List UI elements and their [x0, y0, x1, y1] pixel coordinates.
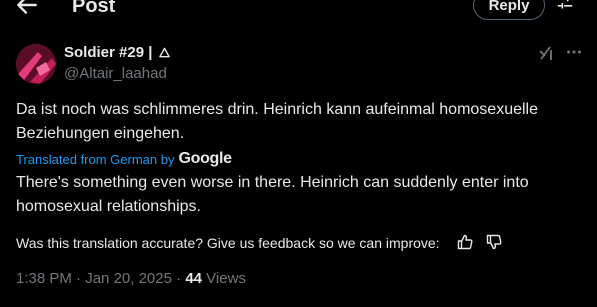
reply-button[interactable]: Reply: [473, 0, 545, 20]
meta-separator: ·: [76, 270, 86, 287]
post-meta: 1:38 PM · Jan 20, 2025 · 44 Views: [16, 270, 246, 287]
more-icon[interactable]: [566, 44, 582, 60]
views-label: Views: [206, 270, 246, 287]
grok-icon[interactable]: [538, 44, 554, 62]
back-arrow-icon[interactable]: [14, 0, 40, 18]
author-handle[interactable]: @Altair_laahad: [64, 65, 167, 82]
views-count: 44: [185, 270, 202, 287]
google-logo: Google: [178, 150, 232, 167]
thumbs-down-icon[interactable]: [486, 234, 502, 250]
post-original-text: Da ist noch was schlimmeres drin. Heinri…: [16, 101, 539, 142]
thumbs-up-icon[interactable]: [457, 234, 473, 250]
avatar[interactable]: [16, 44, 56, 84]
author-name[interactable]: Soldier #29 |: [64, 44, 170, 61]
post-time[interactable]: 1:38 PM: [16, 270, 72, 287]
filter-icon[interactable]: [556, 0, 574, 14]
translation-feedback-prompt: Was this translation accurate? Give us f…: [16, 235, 440, 251]
translated-from-label[interactable]: Translated from German by: [16, 152, 174, 167]
meta-separator: ·: [176, 270, 186, 287]
post-date[interactable]: Jan 20, 2025: [85, 270, 172, 287]
author-name-text[interactable]: Soldier #29 |: [64, 44, 152, 61]
page-title: Post: [72, 0, 116, 17]
post-translated-text: There's something even worse in there. H…: [16, 174, 529, 215]
triangle-icon: [158, 47, 170, 58]
translation-attribution[interactable]: Translated from German by Google: [16, 150, 232, 168]
